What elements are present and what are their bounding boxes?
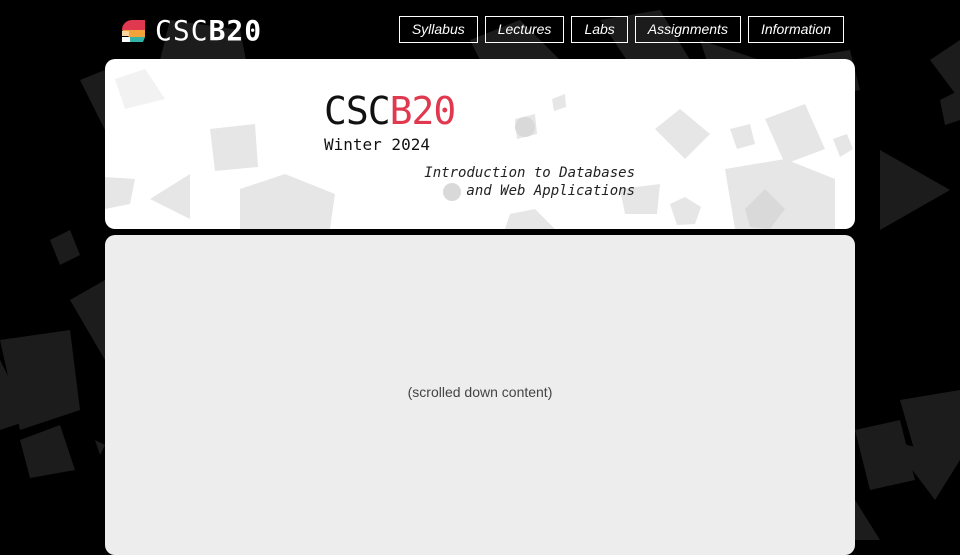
logo-icon [122, 19, 145, 42]
hero-banner: CSCB20 Winter 2024 Introduction to Datab… [105, 59, 855, 229]
hero-pattern [105, 69, 853, 229]
site-logo[interactable]: CSCB20 [119, 13, 263, 47]
nav-information[interactable]: Information [747, 16, 844, 43]
nav-lectures[interactable]: Lectures [484, 16, 565, 43]
main-nav: Syllabus Lectures Labs Assignments Infor… [398, 16, 844, 43]
logo-text: CSCB20 [155, 13, 263, 47]
nav-assignments[interactable]: Assignments [634, 16, 741, 43]
subtitle-line-1: Introduction to Databases [424, 165, 635, 181]
content-placeholder: (scrolled down content) [407, 384, 553, 400]
content-panel: (scrolled down content) [105, 235, 855, 555]
course-term: Winter 2024 [324, 135, 430, 154]
course-subtitle: Introduction to Databases and Web Applic… [424, 164, 635, 200]
nav-labs[interactable]: Labs [571, 16, 628, 43]
nav-syllabus[interactable]: Syllabus [398, 16, 478, 43]
subtitle-line-2: and Web Applications [466, 183, 635, 199]
course-title: CSCB20 [324, 89, 456, 133]
